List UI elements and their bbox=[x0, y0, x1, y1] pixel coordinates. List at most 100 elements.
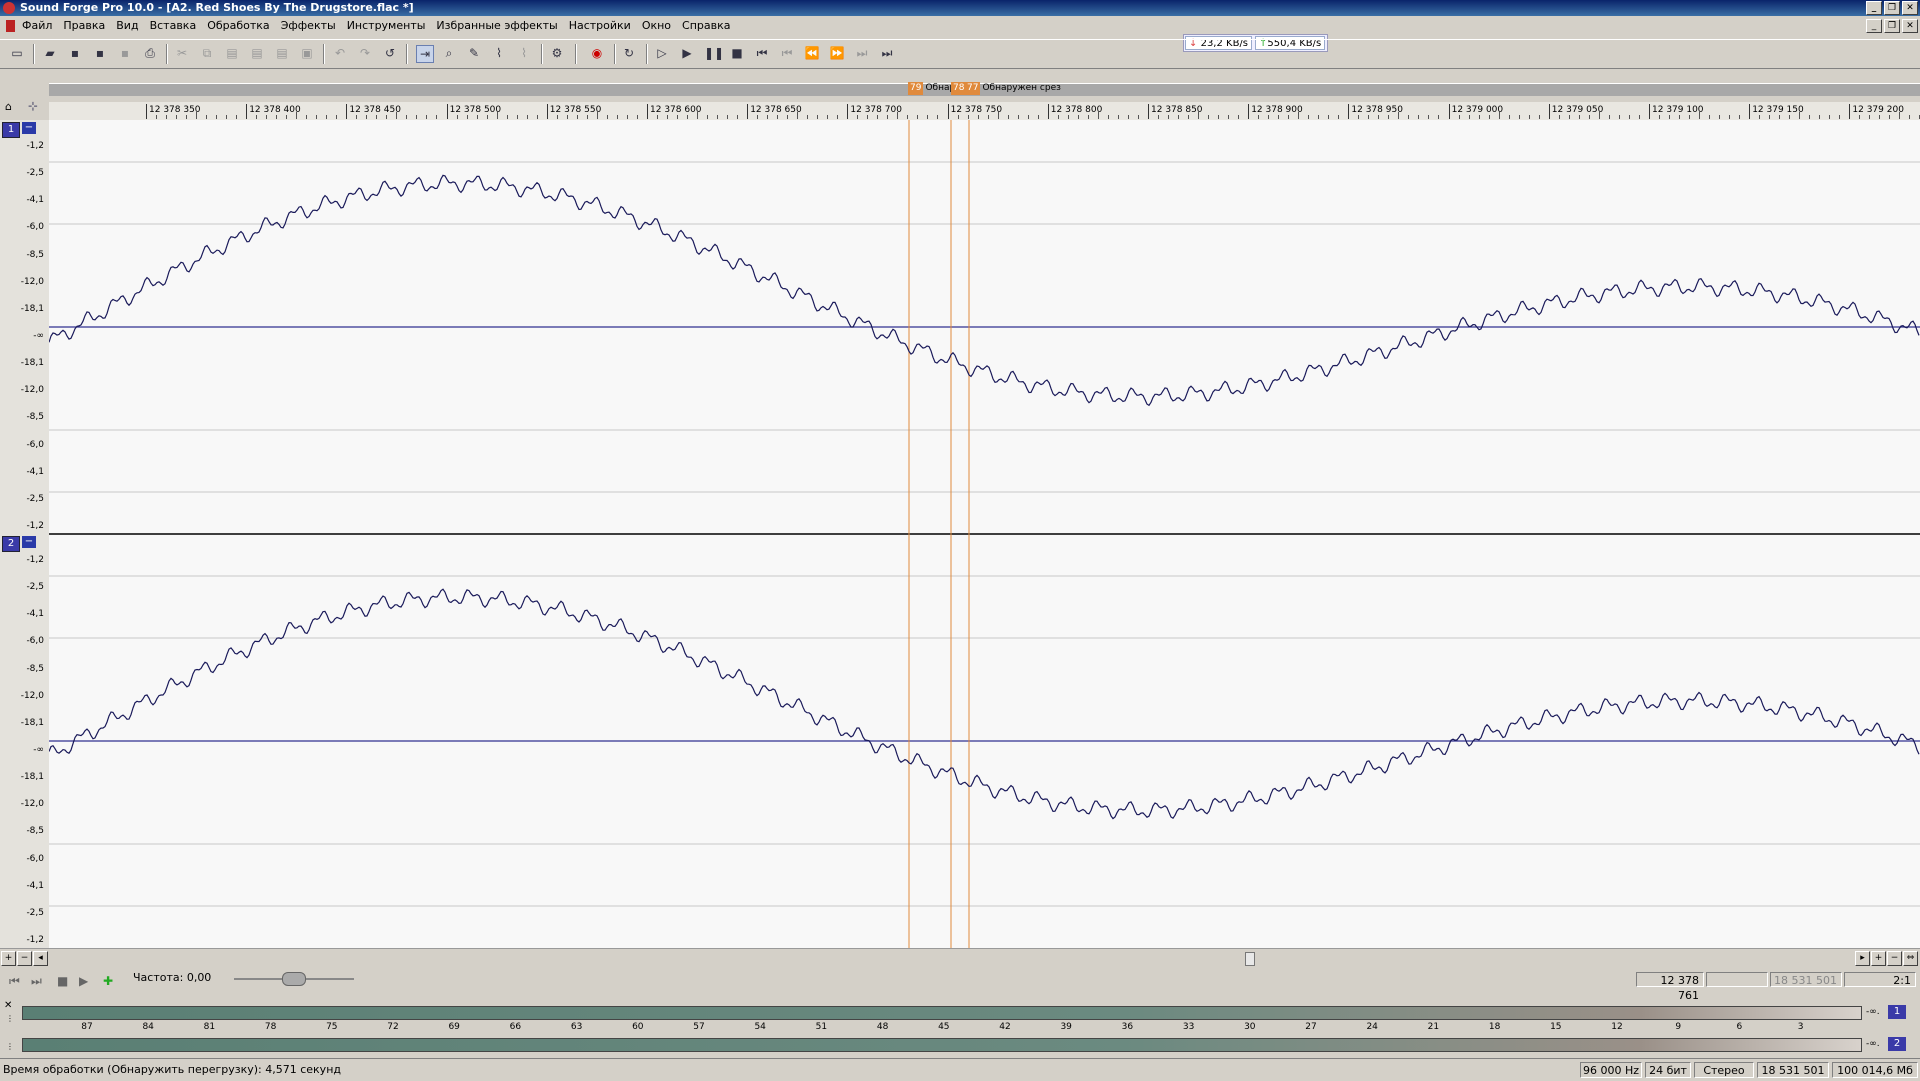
selection-end[interactable] bbox=[1706, 972, 1768, 987]
doc-minimize-button[interactable]: _ bbox=[1866, 19, 1882, 33]
play-icon[interactable]: ▶ bbox=[679, 45, 695, 61]
document-icon[interactable] bbox=[6, 20, 15, 32]
close-window-button[interactable]: ✕ bbox=[1902, 1, 1918, 15]
menu-effects[interactable]: Эффекты bbox=[281, 19, 336, 32]
zoom-ratio[interactable]: 2:1 bbox=[1844, 972, 1916, 987]
menu-process[interactable]: Обработка bbox=[207, 19, 269, 32]
scroll-left-button[interactable]: ◂ bbox=[33, 951, 48, 966]
undo-icon[interactable]: ↶ bbox=[332, 45, 348, 61]
db-scale-label: -4,1 bbox=[26, 466, 44, 477]
magnify-tool-icon[interactable]: ⌕ bbox=[441, 45, 457, 61]
channel-1-number[interactable]: 1 bbox=[2, 122, 20, 138]
meter-channel-1 bbox=[22, 1006, 1862, 1020]
ruler-minor-tick bbox=[997, 112, 999, 119]
meter-close-icon[interactable]: ✕ bbox=[4, 1000, 12, 1011]
open-folder-icon[interactable]: ▰ bbox=[42, 45, 58, 61]
snap-icon[interactable]: ⊹ bbox=[28, 99, 38, 113]
restore-window-button[interactable]: ❐ bbox=[1884, 1, 1900, 15]
channel-2-minimize-button[interactable]: − bbox=[22, 536, 36, 548]
record-icon[interactable]: ◉ bbox=[589, 45, 605, 61]
meter-grip-icon[interactable]: ⋮ bbox=[6, 1042, 14, 1051]
rewind-icon[interactable]: ⏪ bbox=[804, 45, 820, 61]
sound-forge-app-icon[interactable] bbox=[3, 2, 15, 14]
play-icon[interactable]: ▶ bbox=[79, 974, 88, 988]
next-marker-icon[interactable]: ⏭ bbox=[854, 45, 870, 61]
scroll-right-button[interactable]: ▸ bbox=[1855, 951, 1870, 966]
print-icon[interactable]: ⎙ bbox=[142, 45, 158, 61]
menu-edit[interactable]: Правка bbox=[63, 19, 105, 32]
copy-icon[interactable]: ⧉ bbox=[199, 45, 215, 61]
fast-forward-icon[interactable]: ⏩ bbox=[829, 45, 845, 61]
ruler-tick-label: 12 378 350 bbox=[149, 105, 201, 115]
prev-marker-icon[interactable]: ⏮ bbox=[779, 45, 795, 61]
status-sample-rate[interactable]: 96 000 Hz bbox=[1580, 1062, 1642, 1078]
ruler-minor-tick bbox=[336, 115, 338, 119]
save-as-icon[interactable]: ▪ bbox=[92, 45, 108, 61]
scroll-thumb[interactable] bbox=[1245, 952, 1255, 966]
zoom-in-horizontal-button[interactable]: + bbox=[1871, 951, 1886, 966]
zoom-out-vertical-button[interactable]: − bbox=[17, 951, 32, 966]
time-ruler[interactable]: 12 378 350 12 378 400 12 378 450 12 378 500… bbox=[49, 102, 1920, 121]
menu-view[interactable]: Вид bbox=[116, 19, 138, 32]
scrub-slider-knob[interactable] bbox=[282, 972, 306, 986]
menu-tools[interactable]: Инструменты bbox=[347, 19, 426, 32]
menu-options[interactable]: Настройки bbox=[569, 19, 631, 32]
trim-icon[interactable]: ▣ bbox=[299, 45, 315, 61]
stop-icon[interactable]: ■ bbox=[729, 45, 745, 61]
menu-file[interactable]: Файл bbox=[22, 19, 52, 32]
properties-icon[interactable]: ⚙ bbox=[549, 45, 565, 61]
render-icon[interactable]: ▪ bbox=[117, 45, 133, 61]
status-bit-depth[interactable]: 24 бит bbox=[1645, 1062, 1691, 1078]
menu-insert[interactable]: Вставка bbox=[150, 19, 197, 32]
cut-icon[interactable]: ✂ bbox=[174, 45, 190, 61]
go-to-end-icon[interactable]: ⏭ bbox=[31, 974, 42, 989]
redo-icon[interactable]: ↷ bbox=[357, 45, 373, 61]
menu-help[interactable]: Справка bbox=[682, 19, 730, 32]
loop-icon[interactable]: ↻ bbox=[621, 45, 637, 61]
menu-window[interactable]: Окно bbox=[642, 19, 671, 32]
channel-2-number[interactable]: 2 bbox=[2, 536, 20, 552]
go-to-start-icon[interactable]: ⏮ bbox=[9, 974, 20, 989]
horizontal-scrollbar[interactable]: + − ◂ ▸ + − ⇔ bbox=[0, 948, 1920, 967]
save-icon[interactable]: ▪ bbox=[67, 45, 83, 61]
marker-79[interactable]: 79 Обнар bbox=[908, 82, 955, 95]
meter-resize-icon[interactable]: ⋮ bbox=[6, 1014, 14, 1023]
channel-1-minimize-button[interactable]: − bbox=[22, 122, 36, 134]
envelope-tool-icon[interactable]: ⌇ bbox=[491, 45, 507, 61]
scrub-icon[interactable]: ✚ bbox=[103, 974, 113, 988]
paste-icon[interactable]: ▤ bbox=[224, 45, 240, 61]
play-all-icon[interactable]: ▷ bbox=[654, 45, 670, 61]
zoom-out-horizontal-button[interactable]: − bbox=[1887, 951, 1902, 966]
meter-scale-label: 48 bbox=[876, 1022, 889, 1032]
go-to-start-icon[interactable]: ⏮ bbox=[754, 45, 770, 61]
waveform-display[interactable] bbox=[49, 120, 1920, 948]
zoom-arrows-button[interactable]: ⇔ bbox=[1903, 951, 1918, 966]
doc-restore-button[interactable]: ❐ bbox=[1884, 19, 1900, 33]
meter-channel-1-button[interactable]: 1 bbox=[1888, 1005, 1906, 1019]
status-size[interactable]: 100 014,6 Мб bbox=[1832, 1062, 1918, 1078]
selection-length[interactable]: 18 531 501 bbox=[1770, 972, 1842, 987]
status-channels[interactable]: Стерео bbox=[1694, 1062, 1754, 1078]
go-to-end-icon[interactable]: ⏭ bbox=[879, 45, 895, 61]
marker-77[interactable]: 77 Обнаружен срез bbox=[965, 82, 1061, 95]
menu-favorites[interactable]: Избранные эффекты bbox=[436, 19, 557, 32]
status-length[interactable]: 18 531 501 bbox=[1757, 1062, 1829, 1078]
ruler-tick-label: 12 378 600 bbox=[650, 105, 702, 115]
new-file-icon[interactable]: ▭ bbox=[9, 45, 25, 61]
event-tool-icon[interactable]: ⌇ bbox=[516, 45, 532, 61]
cursor-position[interactable]: 12 378 761 bbox=[1636, 972, 1704, 1002]
lock-icon[interactable]: ⌂ bbox=[5, 100, 12, 113]
zoom-in-vertical-button[interactable]: + bbox=[1, 951, 16, 966]
meter-channel-2-button[interactable]: 2 bbox=[1888, 1037, 1906, 1051]
ruler-minor-tick bbox=[506, 115, 508, 119]
edit-tool-icon[interactable]: ⇥ bbox=[416, 45, 434, 63]
minimize-window-button[interactable]: _ bbox=[1866, 1, 1882, 15]
doc-close-button[interactable]: ✕ bbox=[1902, 19, 1918, 33]
ruler-minor-tick bbox=[1889, 115, 1891, 119]
stop-icon[interactable]: ■ bbox=[57, 974, 68, 988]
paste-new-icon[interactable]: ▤ bbox=[274, 45, 290, 61]
repeat-icon[interactable]: ↺ bbox=[382, 45, 398, 61]
mix-icon[interactable]: ▤ bbox=[249, 45, 265, 61]
pencil-tool-icon[interactable]: ✎ bbox=[466, 45, 482, 61]
pause-icon[interactable]: ❚❚ bbox=[704, 45, 724, 61]
